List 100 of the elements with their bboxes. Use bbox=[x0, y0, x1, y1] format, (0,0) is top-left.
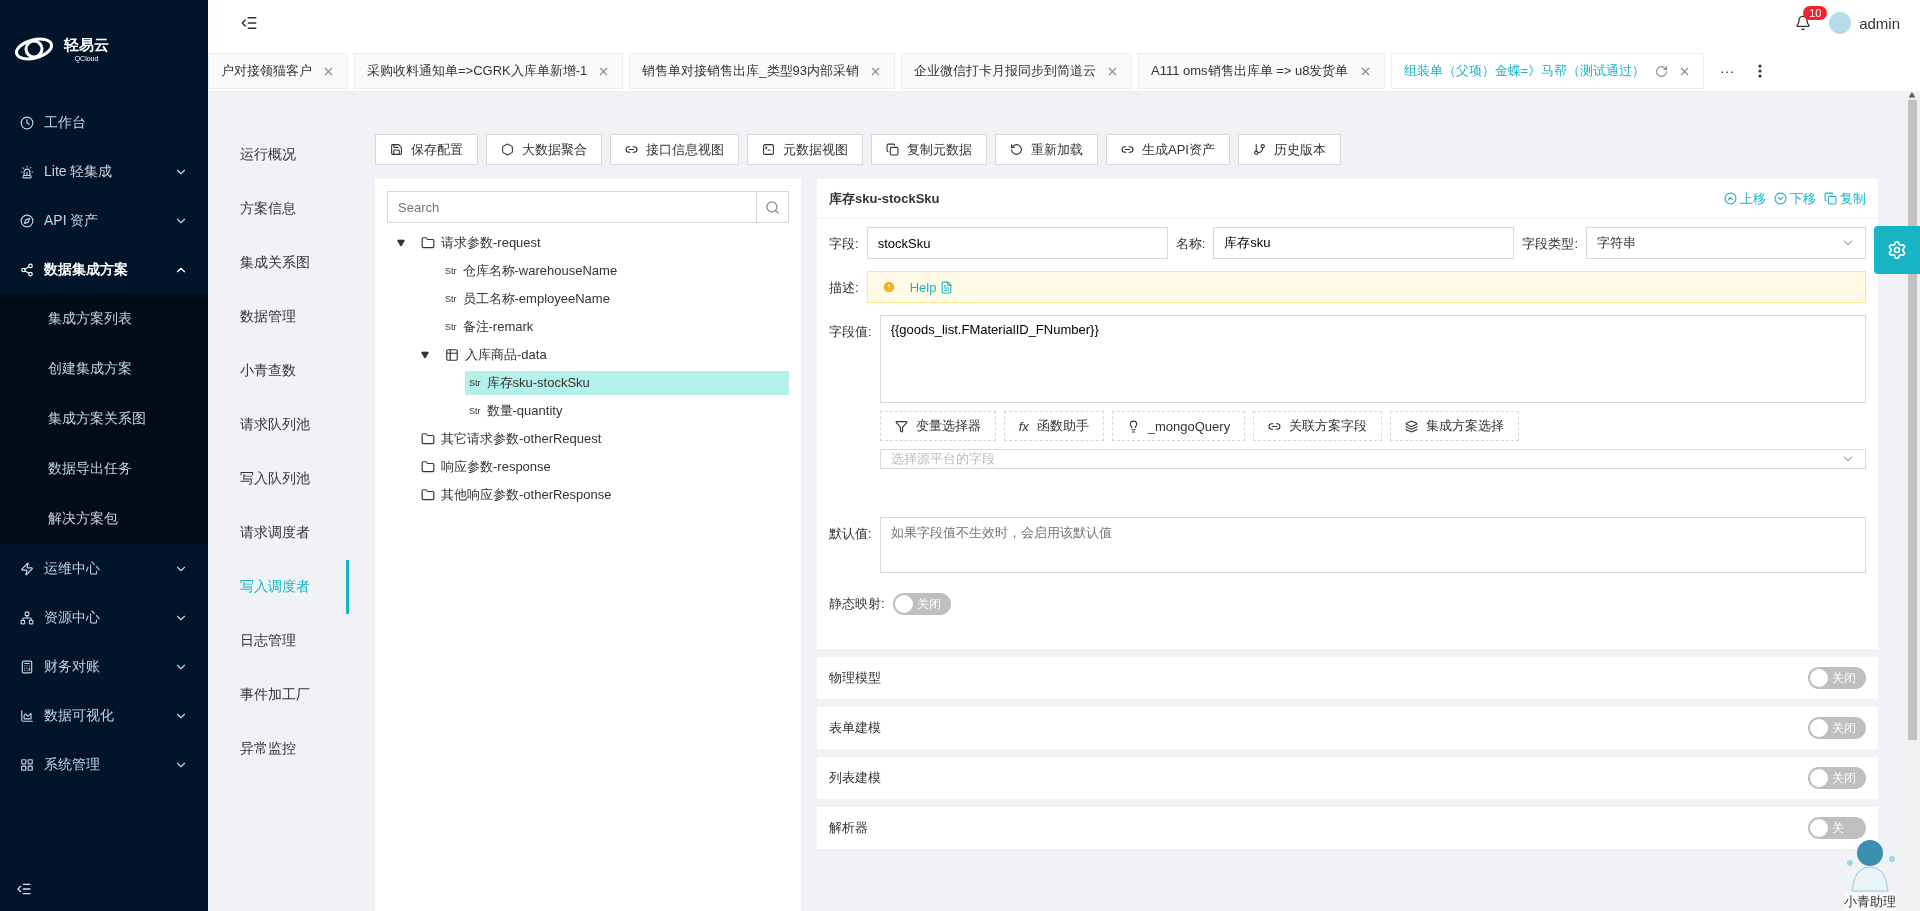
toolbar-button[interactable]: 重新加载 bbox=[995, 134, 1098, 165]
helper-button[interactable]: 集成方案选择 bbox=[1390, 411, 1520, 441]
input-field[interactable]: stockSku bbox=[866, 227, 1168, 259]
helper-button[interactable]: 变量选择器 bbox=[879, 411, 996, 441]
avatar bbox=[1829, 12, 1852, 34]
menu-item[interactable]: API 资产 bbox=[0, 196, 208, 245]
tree-node[interactable]: 入库商品-data bbox=[441, 343, 551, 367]
assistant-label[interactable]: 小青助理 bbox=[1844, 893, 1896, 911]
search-button[interactable] bbox=[757, 191, 789, 223]
submenu-item[interactable]: 集成方案列表 bbox=[0, 294, 208, 344]
tab[interactable]: 户对接领猫客户 bbox=[208, 53, 348, 89]
search-icon bbox=[765, 199, 780, 215]
search-field[interactable]: Search bbox=[387, 191, 757, 223]
tree-node[interactable]: Str 库存sku-stockSku bbox=[465, 371, 789, 395]
collapse-menu-icon[interactable] bbox=[240, 14, 258, 32]
toolbar-button[interactable]: 接口信息视图 bbox=[610, 134, 739, 165]
copy-icon bbox=[886, 143, 899, 156]
nav-item[interactable]: 请求队列池 bbox=[208, 398, 349, 452]
tab[interactable]: A111 oms销售出库单 => u8发货单 bbox=[1138, 53, 1385, 89]
folder-icon bbox=[421, 432, 435, 446]
helper-button[interactable]: 关联方案字段 bbox=[1253, 411, 1383, 441]
reload-icon bbox=[1010, 143, 1023, 156]
nav-item[interactable]: 数据管理 bbox=[208, 290, 349, 344]
field-label: 描述: bbox=[829, 279, 859, 297]
menu-item[interactable]: 数据可视化 bbox=[0, 691, 208, 740]
nav-item[interactable]: 小青查数 bbox=[208, 344, 349, 398]
helper-button[interactable]: _mongoQuery bbox=[1111, 411, 1246, 441]
toolbar-button[interactable]: 复制元数据 bbox=[871, 134, 987, 165]
clock-icon bbox=[20, 115, 34, 130]
user-name[interactable]: admin bbox=[1859, 14, 1900, 32]
toolbar-button[interactable]: 元数据视图 bbox=[747, 134, 863, 165]
copy-icon bbox=[1824, 192, 1837, 205]
helper-button[interactable]: fx 函数助手 bbox=[1003, 411, 1104, 441]
toolbar-button[interactable]: 生成API资产 bbox=[1106, 134, 1230, 165]
nodes-icon bbox=[20, 262, 34, 277]
string-type-icon: Str bbox=[469, 406, 481, 416]
submenu-item[interactable]: 创建集成方案 bbox=[0, 344, 208, 394]
alarm-icon bbox=[20, 164, 34, 179]
field-label: 字段类型: bbox=[1522, 235, 1578, 253]
field-label: 字段值: bbox=[829, 323, 872, 341]
toolbar-button[interactable]: 历史版本 bbox=[1237, 134, 1341, 165]
down-icon bbox=[1774, 192, 1787, 205]
tab[interactable]: 企业微信打卡月报同步到简道云 bbox=[901, 53, 1132, 89]
submenu-item[interactable]: 集成方案关系图 bbox=[0, 394, 208, 444]
toolbar-button[interactable]: 大数据聚合 bbox=[486, 134, 602, 165]
section-title: 解析器 bbox=[829, 819, 868, 837]
bell-icon[interactable] bbox=[1795, 15, 1812, 31]
caret-icon[interactable] bbox=[421, 351, 429, 359]
menu-item[interactable]: 工作台 bbox=[0, 98, 208, 147]
tree-node[interactable]: 其他响应参数-otherResponse bbox=[417, 483, 616, 507]
field-label: 静态映射: bbox=[829, 595, 885, 613]
more-icon bbox=[1758, 64, 1763, 78]
lightning-icon bbox=[20, 561, 34, 576]
folder-icon bbox=[421, 460, 435, 474]
tree-node[interactable]: Str 仓库名称-warehouseName bbox=[441, 259, 622, 283]
nav-item[interactable]: 事件加工厂 bbox=[208, 668, 349, 722]
field-title: 库存sku-stockSku bbox=[829, 189, 941, 208]
nav-item[interactable]: 异常监控 bbox=[208, 722, 349, 776]
tree-node[interactable]: 其它请求参数-otherRequest bbox=[417, 427, 606, 451]
nav-item[interactable]: 日志管理 bbox=[208, 614, 349, 668]
submenu-item[interactable]: 数据导出任务 bbox=[0, 444, 208, 494]
menu-item[interactable]: 财务对账 bbox=[0, 642, 208, 691]
scrollbar-thumb[interactable] bbox=[1907, 100, 1917, 740]
default-value-field[interactable]: 如果字段值不生效时，会启用该默认值 bbox=[879, 517, 1866, 573]
network-icon bbox=[20, 610, 34, 625]
tree-node[interactable]: Str 备注-remark bbox=[441, 315, 538, 339]
type-select[interactable]: 字符串 bbox=[1586, 227, 1866, 259]
section-title: 物理模型 bbox=[829, 669, 881, 687]
menu-item[interactable]: 数据集成方案 bbox=[0, 245, 208, 294]
up-icon bbox=[1724, 192, 1737, 205]
section-title: 列表建模 bbox=[829, 769, 881, 787]
tree-node[interactable]: 响应参数-response bbox=[417, 455, 555, 479]
field-label: 名称: bbox=[1175, 235, 1206, 253]
string-type-icon: Str bbox=[469, 378, 481, 388]
value-field[interactable]: {{goods_list.FMaterialID_FNumber}} bbox=[879, 315, 1866, 403]
menu-item[interactable]: 运维中心 bbox=[0, 544, 208, 593]
tab[interactable]: 销售单对接销售出库_类型93内部采销 bbox=[629, 53, 895, 89]
compass-icon bbox=[20, 213, 34, 228]
nav-item[interactable]: 集成关系图 bbox=[208, 236, 349, 290]
caret-icon[interactable] bbox=[397, 239, 405, 247]
menu-item[interactable]: Lite 轻集成 bbox=[0, 147, 208, 196]
nav-item[interactable]: 请求调度者 bbox=[208, 506, 349, 560]
menu-item[interactable]: 资源中心 bbox=[0, 593, 208, 642]
collapse-menu-icon[interactable] bbox=[16, 881, 32, 897]
menu-item[interactable]: 系统管理 bbox=[0, 740, 208, 789]
tree-node[interactable]: Str 数量-quantity bbox=[465, 399, 567, 423]
scroll-up-icon bbox=[1909, 92, 1915, 98]
nav-item[interactable]: 运行概况 bbox=[208, 128, 349, 182]
tree-node[interactable]: Str 员工名称-employeeName bbox=[441, 287, 614, 311]
submenu-item[interactable]: 解决方案包 bbox=[0, 494, 208, 544]
refresh-icon bbox=[1655, 64, 1669, 78]
area-chart-icon bbox=[20, 708, 34, 723]
tree-node[interactable]: 请求参数-request bbox=[417, 231, 545, 255]
nav-item[interactable]: 方案信息 bbox=[208, 182, 349, 236]
document-icon bbox=[940, 280, 954, 294]
input-field[interactable]: 库存sku bbox=[1213, 227, 1515, 259]
more-tabs[interactable]: ··· bbox=[1710, 53, 1745, 89]
nav-item[interactable]: 写入队列池 bbox=[208, 452, 349, 506]
tab[interactable]: 采购收料通知单=>CGRK入库单新增-1 bbox=[354, 53, 624, 89]
toolbar-button[interactable]: 保存配置 bbox=[375, 134, 478, 165]
